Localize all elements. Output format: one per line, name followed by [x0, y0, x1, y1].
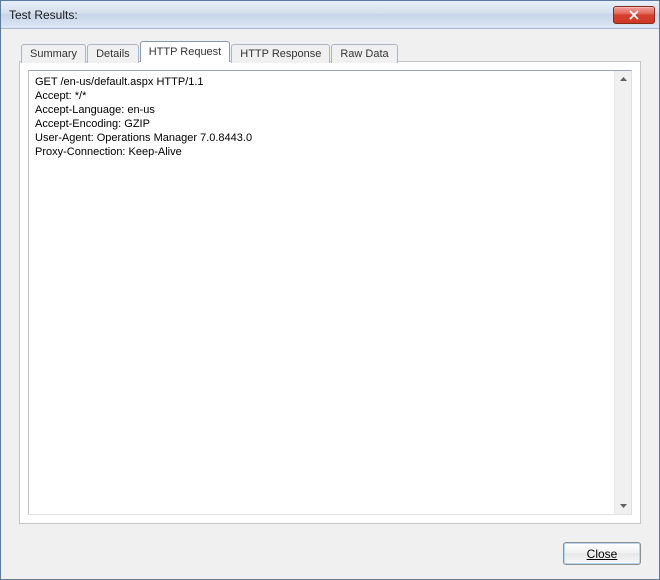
vertical-scrollbar[interactable] [614, 71, 631, 514]
http-request-textbox[interactable]: GET /en-us/default.aspx HTTP/1.1 Accept:… [28, 70, 632, 515]
scroll-up-button[interactable] [615, 71, 632, 88]
tab-details[interactable]: Details [87, 44, 139, 63]
chevron-down-icon [620, 502, 627, 509]
window-close-button[interactable] [613, 6, 655, 24]
close-button[interactable]: Close [563, 542, 641, 565]
tab-summary[interactable]: Summary [21, 44, 86, 63]
http-request-content: GET /en-us/default.aspx HTTP/1.1 Accept:… [29, 71, 614, 514]
tab-raw-data[interactable]: Raw Data [331, 44, 397, 63]
content-area: Summary Details HTTP Request HTTP Respon… [1, 29, 659, 532]
tab-panel: GET /en-us/default.aspx HTTP/1.1 Accept:… [19, 61, 641, 524]
chevron-up-icon [620, 76, 627, 83]
scroll-down-button[interactable] [615, 497, 632, 514]
window-title: Test Results: [9, 8, 613, 22]
test-results-window: Test Results: Summary Details HTTP Reque… [0, 0, 660, 580]
close-icon [629, 10, 639, 20]
tab-strip: Summary Details HTTP Request HTTP Respon… [19, 41, 641, 62]
titlebar: Test Results: [1, 1, 659, 29]
dialog-buttons: Close [1, 532, 659, 579]
tab-http-response[interactable]: HTTP Response [231, 44, 330, 63]
tab-http-request[interactable]: HTTP Request [140, 41, 231, 62]
